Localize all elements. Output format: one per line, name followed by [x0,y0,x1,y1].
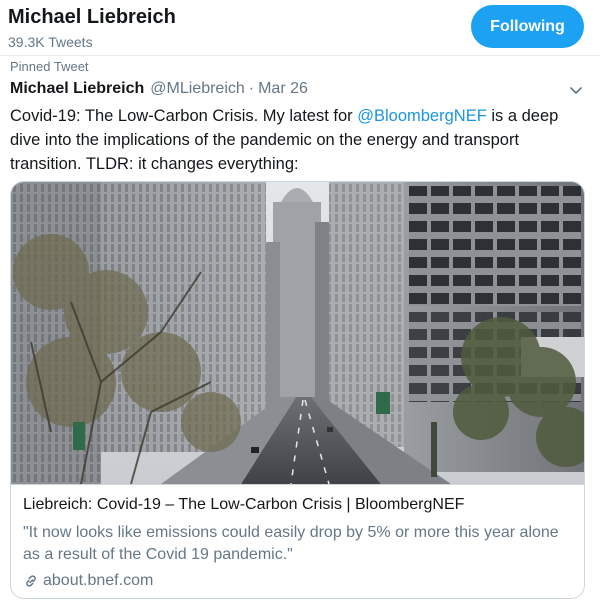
separator-dot: · [248,80,255,97]
card-body[interactable]: Liebreich: Covid-19 – The Low-Carbon Cri… [11,484,584,598]
tweet-header: Michael Liebreich @MLiebreich · Mar 26 [10,80,308,102]
card-title[interactable]: Liebreich: Covid-19 – The Low-Carbon Cri… [23,496,464,514]
following-button[interactable]: Following [471,5,584,48]
link-preview-card[interactable]: Liebreich: Covid-19 – The Low-Carbon Cri… [10,181,585,599]
chevron-down-icon[interactable] [566,80,586,100]
author-handle[interactable]: @MLiebreich [150,80,245,98]
card-description: "It now looks like emissions could easil… [23,524,559,563]
profile-name: Michael Liebreich [8,6,176,28]
tweet-date[interactable]: Mar 26 [258,80,308,98]
mention-link[interactable]: @BloombergNEF [357,107,487,125]
tweet-count: 39.3K Tweets [8,34,93,50]
city-street-photo [11,182,584,485]
link-icon [23,573,39,589]
pinned-tweet-label: Pinned Tweet [10,59,89,74]
profile-header: Michael Liebreich 39.3K Tweets Following [0,0,600,56]
tweet-text: Covid-19: The Low-Carbon Crisis. My late… [10,104,585,176]
card-domain[interactable]: about.bnef.com [23,572,153,590]
card-image[interactable] [11,182,584,485]
card-domain-text[interactable]: about.bnef.com [43,572,153,590]
tweet-text-start: Covid-19: The Low-Carbon Crisis. My late… [10,107,358,125]
author-name[interactable]: Michael Liebreich [10,80,144,98]
